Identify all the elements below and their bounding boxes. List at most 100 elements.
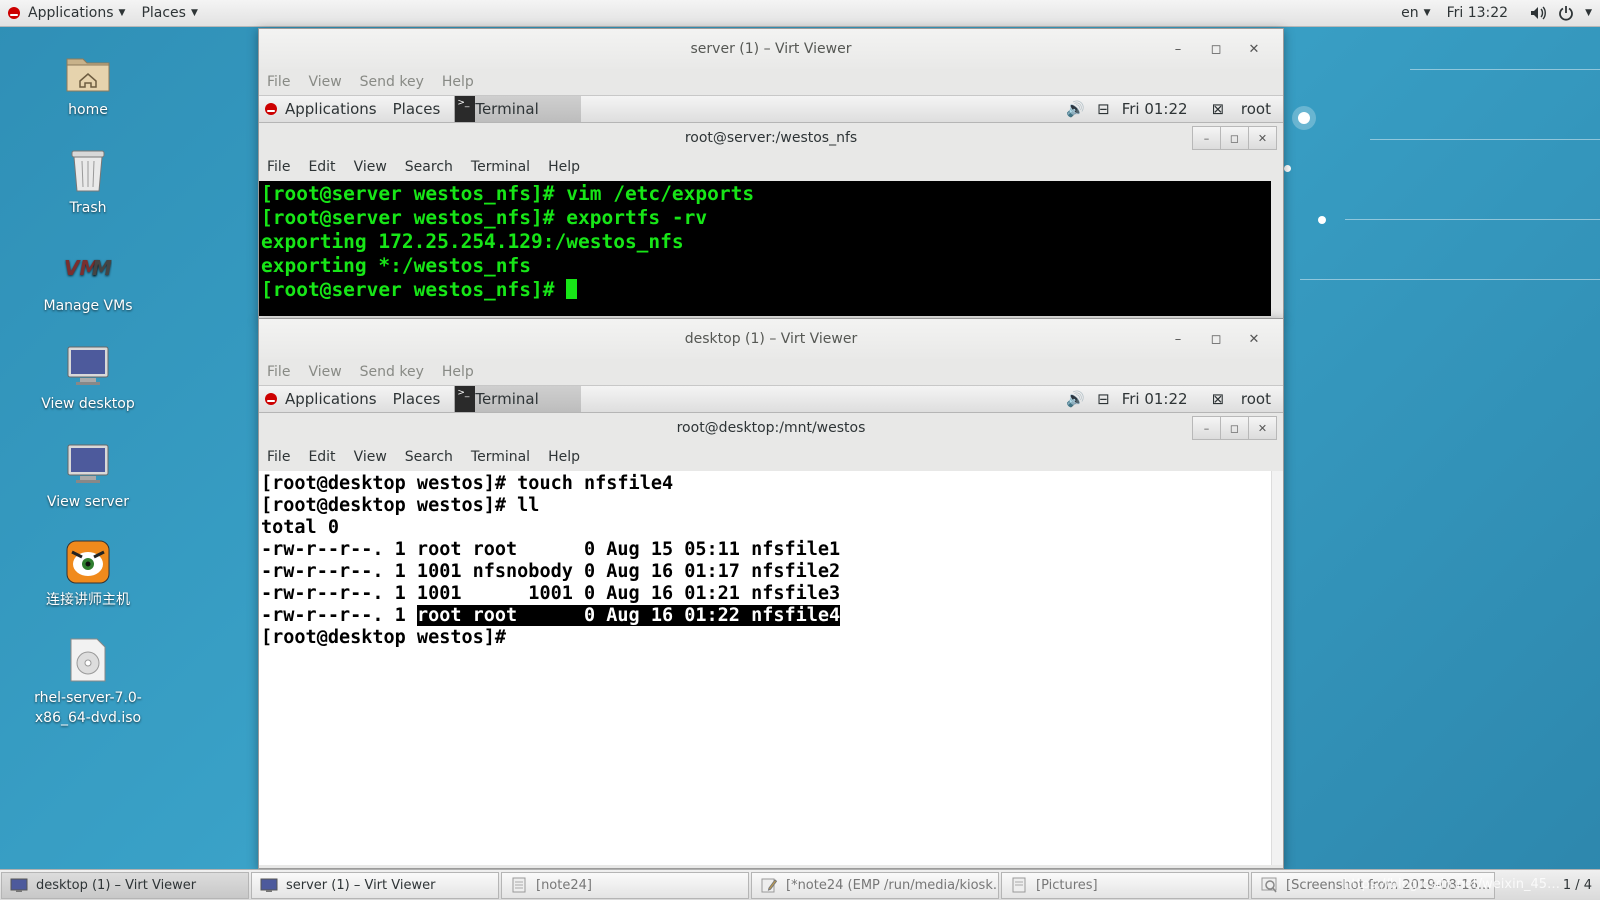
close-button[interactable]: ✕ [1235, 332, 1273, 347]
menu-help[interactable]: Help [548, 159, 580, 175]
menu-view[interactable]: View [354, 449, 387, 465]
minimize-button[interactable]: – [1159, 42, 1197, 57]
desktop-icon-home[interactable]: home [24, 48, 152, 120]
redhat-logo-icon [8, 7, 20, 19]
menu-search[interactable]: Search [405, 449, 453, 465]
terminal-line: exporting *:/westos_nfs [261, 254, 532, 277]
task-desktop-virt-viewer[interactable]: desktop (1) – Virt Viewer [1, 871, 249, 899]
menu-view[interactable]: View [354, 159, 387, 175]
maximize-button[interactable]: ◻ [1197, 42, 1235, 57]
server-virt-viewer-window: server (1) – Virt Viewer – ◻ ✕ File View… [258, 28, 1284, 320]
menu-view[interactable]: View [308, 74, 341, 90]
network-icon[interactable]: ⊟ [1097, 100, 1110, 118]
terminal-line: [root@server westos_nfs]# vim /etc/expor… [261, 182, 755, 205]
close-button[interactable]: ✕ [1248, 126, 1277, 150]
task-pictures[interactable]: [Pictures] [1001, 871, 1249, 899]
maximize-button[interactable]: ◻ [1220, 416, 1249, 440]
user-menu[interactable]: ⊠ root [1200, 100, 1271, 118]
window-titlebar[interactable]: server (1) – Virt Viewer – ◻ ✕ [259, 29, 1283, 69]
tiger-icon [64, 538, 112, 586]
close-button[interactable]: ✕ [1235, 42, 1273, 57]
task-note24[interactable]: [note24] [501, 871, 749, 899]
minimize-button[interactable]: – [1192, 416, 1221, 440]
terminal-line: [root@server westos_nfs]# exportfs -rv [261, 206, 708, 229]
terminal-output[interactable]: [root@server westos_nfs]# vim /etc/expor… [259, 181, 1271, 316]
clock[interactable]: Fri 13:22 [1439, 0, 1516, 26]
monitor-icon [64, 342, 112, 390]
menu-file[interactable]: File [267, 364, 290, 380]
terminal-titlebar[interactable]: root@desktop:/mnt/westos – ◻ ✕ [259, 413, 1283, 443]
menu-file[interactable]: File [267, 74, 290, 90]
svg-text:M: M [92, 256, 112, 280]
terminal-line: -rw-r--r--. 1 1001 nfsnobody 0 Aug 16 01… [261, 561, 841, 582]
terminal-titlebar[interactable]: root@server:/westos_nfs – ◻ ✕ [259, 123, 1283, 153]
menu-send-key[interactable]: Send key [360, 364, 424, 380]
menu-send-key[interactable]: Send key [360, 74, 424, 90]
monitor-icon [260, 877, 278, 893]
vmm-icon: VM M [64, 244, 112, 292]
task-note24-editor[interactable]: [*note24 (EMP /run/media/kiosk... [751, 871, 999, 899]
window-titlebar[interactable]: desktop (1) – Virt Viewer – ◻ ✕ [259, 319, 1283, 359]
minimize-button[interactable]: – [1192, 126, 1221, 150]
menu-terminal[interactable]: Terminal [471, 159, 530, 175]
maximize-button[interactable]: ◻ [1220, 126, 1249, 150]
menu-terminal[interactable]: Terminal [471, 449, 530, 465]
user-icon: ⊠ [1211, 390, 1225, 408]
close-button[interactable]: ✕ [1248, 416, 1277, 440]
terminal-line: -rw-r--r--. 1 1001 1001 0 Aug 16 01:21 n… [261, 583, 841, 604]
desktop-virt-viewer-window: desktop (1) – Virt Viewer – ◻ ✕ File Vie… [258, 318, 1284, 869]
desktop-icon-view-server[interactable]: View server [24, 440, 152, 512]
desktop-icon-manage-vms[interactable]: VM M Manage VMs [24, 244, 152, 316]
guest-applications-menu[interactable]: Applications [259, 390, 377, 408]
user-menu[interactable]: ⊠ root [1200, 390, 1271, 408]
volume-icon [1530, 5, 1547, 21]
guest-terminal-task[interactable]: >_ Terminal [454, 96, 581, 122]
volume-icon[interactable]: 🔊 [1066, 100, 1085, 118]
applications-menu[interactable]: Applications ▼ [0, 0, 133, 26]
menu-file[interactable]: File [267, 449, 290, 465]
guest-applications-menu[interactable]: Applications [259, 100, 377, 118]
desktop-icon-view-desktop[interactable]: View desktop [24, 342, 152, 414]
folder-icon [1010, 877, 1028, 893]
guest-terminal-task[interactable]: >_ Terminal [454, 386, 581, 412]
editor-icon [760, 877, 778, 893]
maximize-button[interactable]: ◻ [1197, 332, 1235, 347]
virt-viewer-menubar: File View Send key Help [259, 69, 1283, 95]
menu-search[interactable]: Search [405, 159, 453, 175]
places-menu[interactable]: Places ▼ [133, 0, 205, 26]
terminal-line: total 0 [261, 517, 339, 538]
network-icon[interactable]: ⊟ [1097, 390, 1110, 408]
trash-icon [64, 146, 112, 194]
terminal-scrollbar[interactable] [1271, 471, 1283, 865]
guest-places-menu[interactable]: Places [393, 100, 441, 118]
task-server-virt-viewer[interactable]: server (1) – Virt Viewer [251, 871, 499, 899]
menu-edit[interactable]: Edit [308, 159, 335, 175]
volume-icon[interactable]: 🔊 [1066, 390, 1085, 408]
minimize-button[interactable]: – [1159, 332, 1197, 347]
guest-places-menu[interactable]: Places [393, 390, 441, 408]
menu-edit[interactable]: Edit [308, 449, 335, 465]
workspace-pager[interactable]: 1 / 4 [1555, 878, 1600, 893]
text-selection[interactable]: root root 0 Aug 16 01:22 nfsfile4 [416, 605, 841, 626]
terminal-line: [root@desktop westos]# touch nfsfile4 [261, 473, 674, 494]
guest-top-panel: Applications Places >_ Terminal 🔊 ⊟ Fri … [259, 385, 1283, 413]
menu-view[interactable]: View [308, 364, 341, 380]
menu-help[interactable]: Help [442, 74, 474, 90]
guest-clock[interactable]: Fri 01:22 [1122, 390, 1188, 408]
menu-help[interactable]: Help [548, 449, 580, 465]
caret-down-icon: ▼ [118, 8, 126, 18]
document-icon [510, 877, 528, 893]
system-status-menu[interactable]: ▼ [1516, 0, 1600, 26]
menu-help[interactable]: Help [442, 364, 474, 380]
caret-down-icon: ▼ [1585, 8, 1592, 18]
terminal-output[interactable]: [root@desktop westos]# touch nfsfile4 [r… [259, 471, 1283, 865]
desktop-icon-iso[interactable]: rhel-server-7.0-x86_64-dvd.iso [24, 636, 152, 728]
desktop-icon-trash[interactable]: Trash [24, 146, 152, 218]
menu-file[interactable]: File [267, 159, 290, 175]
caret-down-icon: ▼ [1423, 8, 1431, 18]
guest-clock[interactable]: Fri 01:22 [1122, 100, 1188, 118]
desktop-icon-connect-instructor[interactable]: 连接讲师主机 [24, 538, 152, 610]
terminal-menubar: File Edit View Search Terminal Help [259, 443, 1283, 471]
watermark: https://blog.csdn.net/weixin_45… [1343, 877, 1560, 892]
language-indicator[interactable]: en ▼ [1393, 0, 1438, 26]
